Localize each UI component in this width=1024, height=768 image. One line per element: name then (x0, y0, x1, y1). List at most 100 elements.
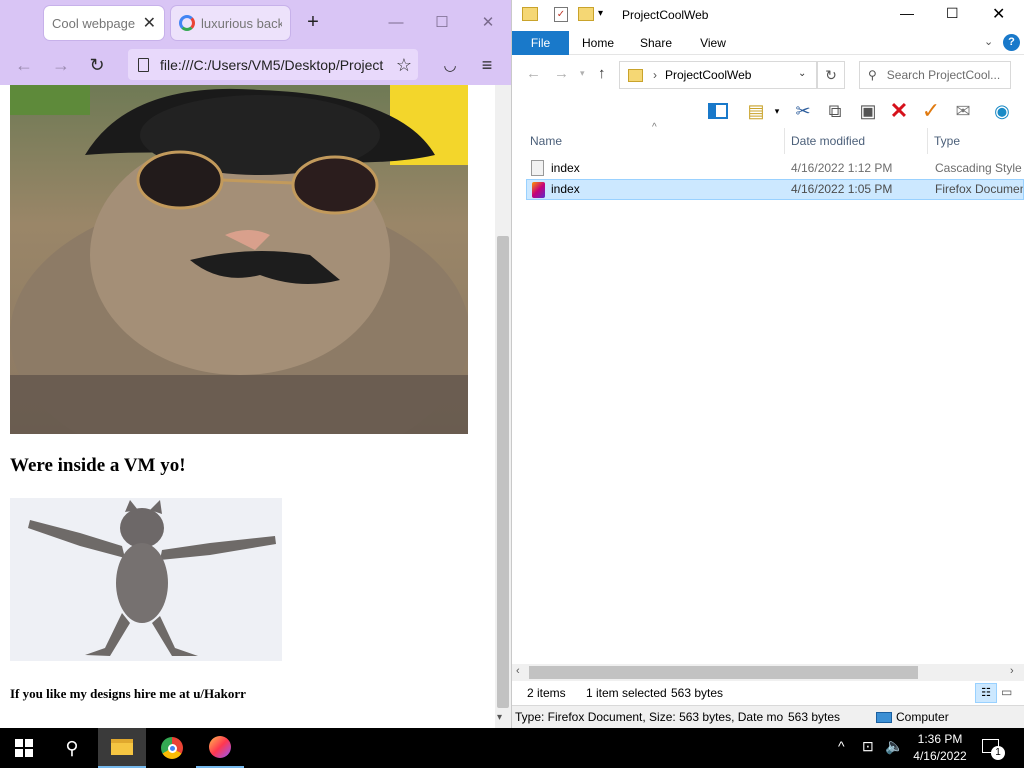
network-icon[interactable]: ⊡ (862, 738, 874, 755)
large-icons-view-icon[interactable]: ▭ (1001, 685, 1012, 699)
minimize-button[interactable]: — (900, 5, 914, 21)
forward-button[interactable]: → (47, 51, 75, 79)
search-icon[interactable]: ⚲ (48, 728, 96, 768)
firefox-doc-icon (532, 182, 545, 198)
cut-icon[interactable]: ✂ (790, 98, 816, 124)
tab-bar: Cool webpage in ✕ luxurious back + — ☐ ✕ (0, 0, 511, 45)
properties-dropdown-icon[interactable]: ▾ (764, 98, 790, 124)
close-window-button[interactable]: ✕ (473, 8, 503, 36)
file-info-text: Type: Firefox Document, Size: 563 bytes,… (515, 710, 783, 724)
new-tab-button[interactable]: + (298, 8, 328, 36)
file-date: 4/16/2022 1:05 PM (791, 182, 893, 196)
volume-icon[interactable]: 🔈 (885, 737, 904, 755)
globe-icon[interactable]: ◉ (989, 98, 1015, 124)
maximize-button[interactable]: ☐ (427, 8, 457, 36)
url-bar[interactable]: file:///C:/Users/VM5/Desktop/Project (128, 49, 418, 80)
address-box[interactable]: › ProjectCoolWeb ⌄ (619, 61, 817, 89)
refresh-button[interactable]: ↻ (817, 61, 845, 89)
page-content: Were inside a VM yo! If you like my desi… (0, 85, 495, 728)
file-explorer-taskbar-button[interactable] (98, 728, 146, 768)
maximize-button[interactable]: ☐ (946, 5, 959, 22)
rename-check-icon[interactable]: ✓ (918, 98, 944, 124)
tab-view[interactable]: View (690, 31, 736, 55)
selection-size: 563 bytes (671, 686, 724, 700)
chrome-taskbar-button[interactable] (148, 728, 196, 768)
explorer-window: ✓ ▾ ProjectCoolWeb — ☐ ✕ File Home Share… (512, 0, 1024, 728)
pocket-icon[interactable]: ◡ (436, 51, 464, 79)
file-type: Firefox Documen (935, 182, 1023, 196)
tab-luxurious[interactable]: luxurious back (171, 6, 290, 40)
close-tab-icon[interactable]: ✕ (143, 13, 156, 33)
clock[interactable]: 1:36 PM 4/16/2022 (908, 731, 972, 765)
tab-file[interactable]: File (512, 31, 569, 55)
horizontal-scrollbar-thumb[interactable] (529, 666, 918, 679)
status-row: 2 items 1 item selected 563 bytes ☷ ▭ (512, 681, 1024, 705)
scroll-down-icon[interactable]: ▾ (497, 712, 502, 723)
back-button[interactable]: ← (526, 65, 541, 82)
url-text: file:///C:/Users/VM5/Desktop/Project (160, 56, 384, 73)
tab-home[interactable]: Home (575, 31, 621, 55)
column-type[interactable]: Type (928, 128, 1024, 154)
column-date-modified[interactable]: Date modified (785, 128, 928, 154)
tab-share[interactable]: Share (632, 31, 680, 55)
navigation-toolbar: ← → ↻ file:///C:/Users/VM5/Desktop/Proje… (0, 45, 511, 85)
horizontal-scrollbar[interactable]: ‹ › (512, 664, 1024, 681)
recent-locations-icon[interactable]: ▾ (580, 68, 585, 79)
start-button[interactable] (0, 728, 48, 768)
computer-icon (876, 712, 892, 723)
forward-button[interactable]: → (554, 65, 569, 82)
folder-icon (522, 7, 538, 21)
file-date: 4/16/2022 1:12 PM (791, 161, 893, 175)
tab-title: Cool webpage in (52, 15, 139, 31)
show-hidden-icons-icon[interactable]: ^ (838, 738, 845, 754)
new-folder-icon[interactable] (578, 7, 594, 21)
file-icon (138, 57, 149, 72)
selection-count: 1 item selected (586, 686, 667, 700)
firefox-icon (209, 736, 231, 758)
file-size-text: 563 bytes (788, 710, 841, 724)
scroll-left-icon[interactable]: ‹ (516, 665, 520, 677)
firefox-window: Cool webpage in ✕ luxurious back + — ☐ ✕… (0, 0, 512, 728)
tab-cool-webpage[interactable]: Cool webpage in ✕ (44, 6, 164, 40)
expand-ribbon-icon[interactable]: ⌄ (984, 35, 993, 48)
page-heading: Were inside a VM yo! (10, 455, 186, 476)
search-box[interactable]: ⚲ Search ProjectCool... (859, 61, 1011, 89)
up-button[interactable]: ↑ (598, 65, 606, 82)
back-button[interactable]: ← (10, 51, 38, 79)
quick-access-dropdown-icon[interactable]: ▾ (598, 8, 603, 19)
details-view-icon[interactable]: ☷ (975, 683, 997, 703)
command-toolbar: ▤ ▾ ✂ ⧉ ▣ ✕ ✓ ✉ ◉ (512, 94, 1024, 128)
chrome-icon (161, 737, 183, 759)
windows-logo-icon (15, 739, 33, 757)
copy-icon[interactable]: ⧉ (822, 98, 848, 124)
taskbar: ⚲ ^ ⊡ 🔈 1:36 PM 4/16/2022 1 (0, 728, 1024, 768)
breadcrumb-chevron-icon: › (653, 68, 657, 82)
file-type: Cascading Style S (935, 161, 1024, 175)
column-name[interactable]: Name (524, 128, 785, 154)
address-dropdown-icon[interactable]: ⌄ (798, 68, 806, 79)
item-count: 2 items (527, 686, 566, 700)
help-icon[interactable]: ? (1003, 34, 1020, 51)
action-center-button[interactable]: 1 (978, 736, 1008, 760)
scrollbar-thumb[interactable] (497, 236, 509, 708)
delete-icon[interactable]: ✕ (886, 98, 912, 124)
notification-count: 1 (991, 746, 1005, 760)
minimize-button[interactable]: — (381, 8, 411, 36)
close-window-button[interactable]: ✕ (992, 4, 1005, 24)
file-row[interactable]: index 4/16/2022 1:12 PM Cascading Style … (526, 158, 1024, 179)
preview-pane-icon[interactable] (705, 98, 731, 124)
explorer-title: ProjectCoolWeb (622, 8, 709, 22)
page-footer-text: If you like my designs hire me at u/Hako… (10, 686, 246, 701)
cat-with-sunglasses-image (10, 85, 468, 434)
file-row-selected[interactable]: index 4/16/2022 1:05 PM Firefox Documen (526, 179, 1024, 200)
paste-icon[interactable]: ▣ (855, 98, 881, 124)
properties-icon[interactable]: ✓ (554, 7, 568, 22)
file-name: index (551, 161, 580, 175)
email-icon[interactable]: ✉ (950, 98, 976, 124)
firefox-taskbar-button[interactable] (196, 728, 244, 768)
bookmark-star-icon[interactable]: ☆ (390, 51, 418, 79)
reload-button[interactable]: ↻ (83, 51, 111, 79)
scroll-right-icon[interactable]: › (1010, 665, 1014, 677)
breadcrumb: ProjectCoolWeb (665, 68, 752, 82)
menu-icon[interactable]: ≡ (473, 51, 501, 79)
